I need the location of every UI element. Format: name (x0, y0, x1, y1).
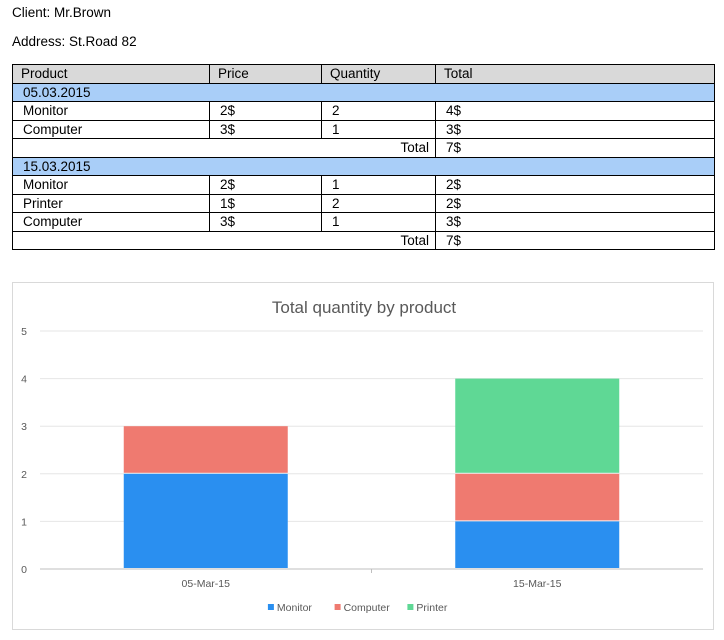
table-row: Monitor 2$ 1 2$ (12, 175, 715, 195)
cell-price: 3$ (209, 212, 322, 232)
date-group-row: 15.03.2015 (12, 156, 715, 176)
table-row: Monitor 2$ 2 4$ (12, 101, 715, 121)
cell-quantity: 2 (321, 193, 436, 213)
cell-quantity: 1 (321, 119, 436, 139)
bar-segment-computer (455, 473, 620, 521)
cell-product: Computer (12, 119, 210, 139)
bar-segment-monitor (123, 473, 288, 568)
bar-segment-monitor (455, 521, 620, 568)
y-tick-label: 5 (21, 326, 27, 338)
group-date: 15.03.2015 (12, 156, 715, 176)
legend-label: Monitor (277, 602, 313, 614)
y-tick-label: 3 (21, 421, 27, 433)
x-tick-label: 15-Mar-15 (513, 578, 562, 590)
y-tick-label: 1 (21, 516, 27, 528)
column-header-product: Product (12, 64, 210, 84)
chart-title: Total quantity by product (272, 298, 457, 317)
cell-product: Computer (12, 212, 210, 232)
table-row: Computer 3$ 1 3$ (12, 212, 715, 232)
cell-quantity: 1 (321, 175, 436, 195)
group-total-label: Total (12, 138, 436, 158)
y-tick-label: 2 (21, 469, 27, 481)
group-total-value: 7$ (435, 230, 715, 250)
group-total-row: Total 7$ (12, 230, 715, 250)
date-group-row: 05.03.2015 (12, 82, 715, 102)
order-table: Product Price Quantity Total 05.03.2015 … (12, 64, 715, 250)
group-total-row: Total 7$ (12, 138, 715, 158)
cell-total: 2$ (435, 193, 715, 213)
legend-label: Printer (416, 602, 447, 614)
cell-quantity: 1 (321, 212, 436, 232)
cell-price: 1$ (209, 193, 322, 213)
cell-price: 3$ (209, 119, 322, 139)
cell-product: Monitor (12, 175, 210, 195)
bar-segment-computer (123, 426, 288, 473)
column-header-price: Price (209, 64, 322, 84)
address-label: Address: St.Road 82 (12, 34, 137, 49)
chart-area[interactable]: Total quantity by product 0 1 2 3 4 5 05-Mar-15… (12, 282, 714, 630)
column-header-quantity: Quantity (321, 64, 436, 84)
cell-total: 3$ (435, 119, 715, 139)
cell-total: 2$ (435, 175, 715, 195)
table-row: Printer 1$ 2 2$ (12, 193, 715, 213)
cell-quantity: 2 (321, 101, 436, 121)
table-header-row: Product Price Quantity Total (12, 64, 715, 84)
client-label: Client: Mr.Brown (12, 5, 112, 20)
x-tick-label: 05-Mar-15 (182, 578, 231, 590)
y-tick-label: 4 (21, 374, 27, 386)
legend-swatch-printer (407, 604, 414, 610)
cell-total: 3$ (435, 212, 715, 232)
stacked-bar-chart: Total quantity by product 0 1 2 3 4 5 05-Mar-15… (21, 298, 703, 614)
legend-swatch-monitor (267, 604, 274, 610)
legend-label: Computer (344, 602, 391, 614)
group-total-value: 7$ (435, 138, 715, 158)
legend-swatch-computer (334, 604, 341, 610)
y-tick-label: 0 (21, 564, 27, 576)
cell-price: 2$ (209, 101, 322, 121)
table-row: Computer 3$ 1 3$ (12, 119, 715, 139)
cell-product: Monitor (12, 101, 210, 121)
cell-product: Printer (12, 193, 210, 213)
bar-segment-printer (455, 378, 620, 473)
cell-price: 2$ (209, 175, 322, 195)
column-header-total: Total (435, 64, 715, 84)
cell-total: 4$ (435, 101, 715, 121)
group-total-label: Total (12, 230, 436, 250)
group-date: 05.03.2015 (12, 82, 715, 102)
